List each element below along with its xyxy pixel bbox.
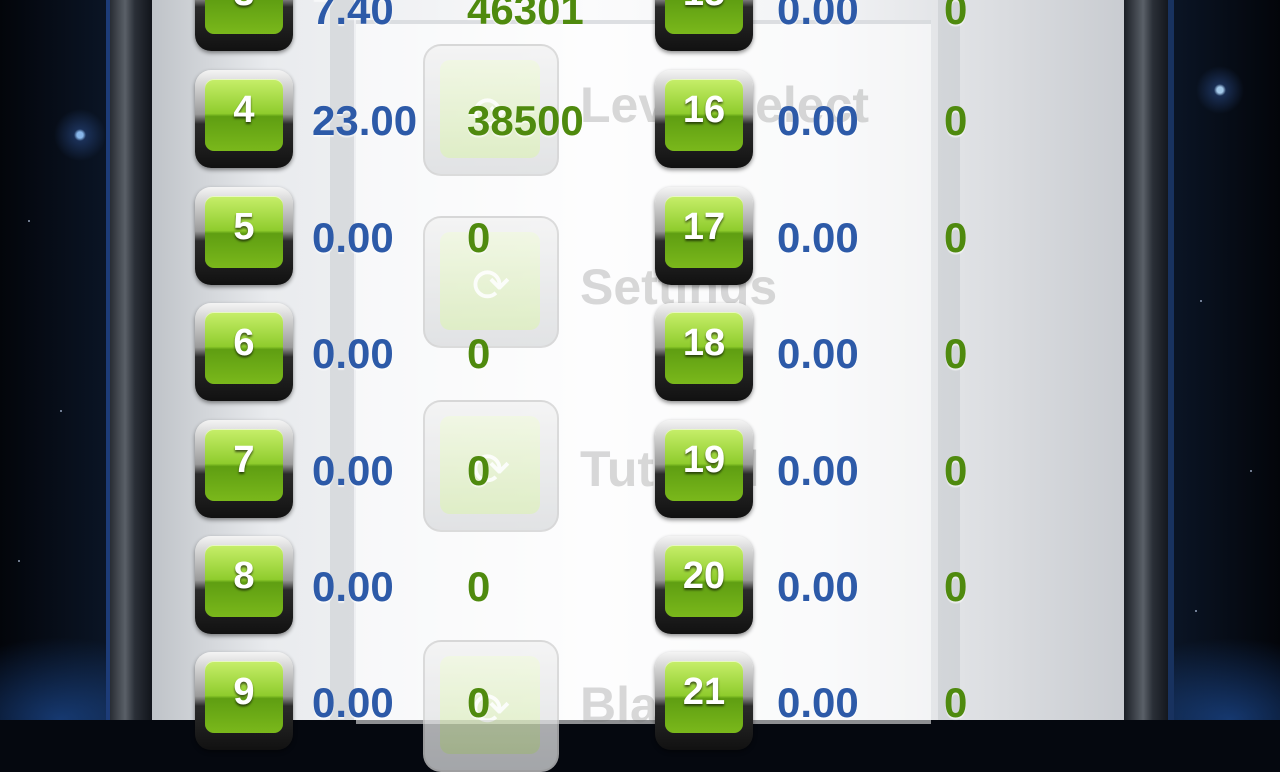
level-score: 46301	[467, 0, 584, 33]
level-button-4[interactable]: 4	[195, 70, 293, 168]
level-time: 0.00	[777, 0, 859, 33]
level-number: 17	[682, 206, 726, 248]
level-button-3[interactable]: 3	[195, 0, 293, 51]
level-time: 0.00	[777, 97, 859, 144]
device-frame-right	[1124, 0, 1172, 720]
level-score: 38500	[467, 97, 584, 144]
level-score: 0	[467, 214, 491, 261]
level-button-20[interactable]: 20	[655, 536, 753, 634]
level-number: 7	[233, 439, 255, 481]
level-button-9[interactable]: 9	[195, 652, 293, 750]
frame-edge-right	[1168, 0, 1174, 720]
blast-refresh-icon: ⟳	[471, 682, 511, 736]
level-time: 7.40	[312, 0, 394, 33]
level-score: 0	[467, 447, 491, 494]
settings-ghost-button: ⟳	[423, 216, 559, 348]
level-score: 0	[944, 97, 968, 144]
level-score: 0	[944, 330, 968, 377]
level-time: 0.00	[312, 563, 394, 610]
level-score: 0	[944, 0, 968, 33]
blast-ghost-button: ⟳	[423, 640, 559, 772]
settings-refresh-icon: ⟳	[471, 258, 511, 312]
level-score: 0	[944, 447, 968, 494]
level-time: 0.00	[312, 330, 394, 377]
level-score: 0	[944, 214, 968, 261]
level-number: 21	[682, 671, 726, 713]
level-button-8[interactable]: 8	[195, 536, 293, 634]
level-button-6[interactable]: 6	[195, 303, 293, 401]
level-number: 8	[233, 555, 255, 597]
level-number: 19	[682, 439, 726, 481]
level-button-18[interactable]: 18	[655, 303, 753, 401]
level-number: 16	[682, 89, 726, 131]
level-number: 3	[195, 0, 293, 15]
level-button-7[interactable]: 7	[195, 420, 293, 518]
level-number: 20	[682, 555, 726, 597]
level-number: 6	[233, 322, 255, 364]
level-time: 23.00	[312, 97, 418, 144]
level-number: 5	[233, 206, 255, 248]
level-button-17[interactable]: 17	[655, 187, 753, 285]
level-button-16[interactable]: 16	[655, 70, 753, 168]
level-score: 0	[944, 563, 968, 610]
frame-edge-left	[106, 0, 110, 720]
level-number: 9	[233, 671, 255, 713]
level-number: 15	[655, 0, 753, 15]
level-time: 0.00	[312, 214, 394, 261]
level-number: 4	[233, 89, 255, 131]
level-time: 0.00	[777, 214, 859, 261]
level-score: 0	[467, 563, 491, 610]
level-time: 0.00	[312, 447, 394, 494]
level-number: 18	[682, 322, 726, 364]
device-frame-left	[106, 0, 154, 720]
level-time: 0.00	[777, 447, 859, 494]
level-button-15[interactable]: 15	[655, 0, 753, 51]
level-button-5[interactable]: 5	[195, 187, 293, 285]
level-button-21[interactable]: 21	[655, 652, 753, 750]
level-time: 0.00	[777, 563, 859, 610]
level-score: 0	[467, 330, 491, 377]
tutorial-ghost-button: ⟳	[423, 400, 559, 532]
tutorial-refresh-icon: ⟳	[471, 442, 511, 496]
level-button-19[interactable]: 19	[655, 420, 753, 518]
level-time: 0.00	[777, 330, 859, 377]
